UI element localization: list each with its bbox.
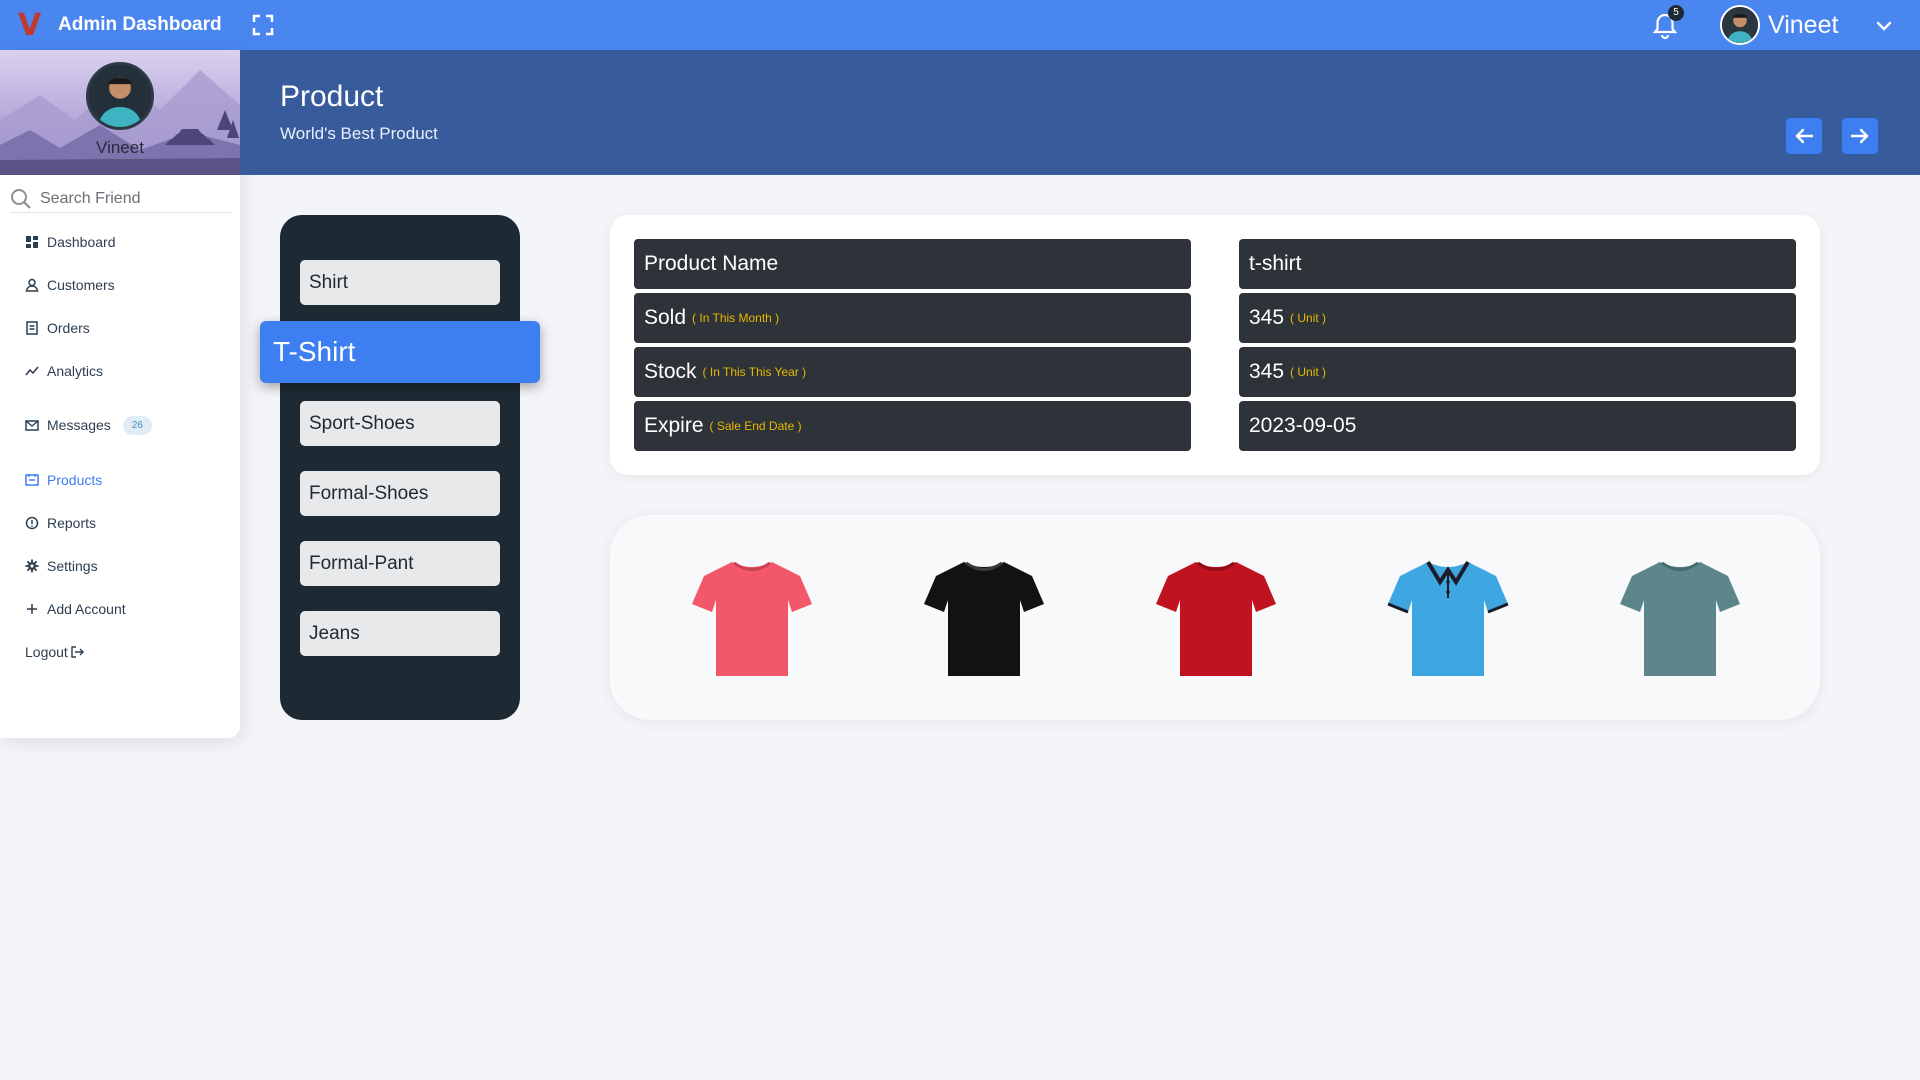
detail-label-text: Stock bbox=[644, 360, 697, 383]
sidebar-item-analytics[interactable]: Analytics bbox=[25, 359, 103, 383]
previous-button[interactable] bbox=[1786, 118, 1822, 154]
category-formal-shoes[interactable]: Formal-Shoes bbox=[300, 471, 500, 516]
blue-polo-image[interactable] bbox=[1384, 552, 1512, 680]
brand-logo[interactable]: V bbox=[18, 8, 41, 43]
detail-value-sold: 345 ( Unit ) bbox=[1239, 293, 1796, 343]
detail-label-text: Product Name bbox=[644, 252, 779, 275]
profile-banner: Vineet bbox=[0, 50, 240, 175]
profile-name: Vineet bbox=[96, 138, 144, 157]
black-tshirt-image[interactable] bbox=[920, 552, 1048, 680]
avatar[interactable] bbox=[1720, 5, 1760, 45]
category-formal-pant[interactable]: Formal-Pant bbox=[300, 541, 500, 586]
user-name[interactable]: Vineet bbox=[1768, 11, 1838, 40]
plus-icon bbox=[27, 604, 37, 614]
detail-label-text: Expire bbox=[644, 414, 704, 437]
sidebar-item-reports[interactable]: Reports bbox=[25, 511, 96, 535]
sidebar-item-label: Customers bbox=[47, 277, 115, 293]
arrow-left-icon bbox=[1795, 128, 1814, 144]
category-sport-shoes[interactable]: Sport-Shoes bbox=[300, 401, 500, 446]
analytics-icon bbox=[25, 366, 39, 376]
teal-tshirt-image[interactable] bbox=[1616, 552, 1744, 680]
detail-label-sold: Sold ( In This Month ) bbox=[634, 293, 1191, 343]
detail-value-text: 2023-09-05 bbox=[1249, 414, 1357, 437]
detail-label-stock: Stock ( In This This Year ) bbox=[634, 347, 1191, 397]
page-header: Product World's Best Product bbox=[240, 50, 1920, 175]
sidebar-item-label: Logout bbox=[25, 644, 68, 660]
detail-value-note: ( Unit ) bbox=[1290, 311, 1327, 325]
profile-avatar[interactable] bbox=[86, 62, 154, 130]
mail-icon bbox=[25, 420, 39, 431]
sidebar-item-label: Orders bbox=[47, 320, 90, 336]
search-input[interactable] bbox=[40, 189, 220, 208]
sidebar-item-label: Analytics bbox=[47, 363, 104, 379]
detail-value-stock: 345 ( Unit ) bbox=[1239, 347, 1796, 397]
orders-icon bbox=[26, 321, 38, 335]
detail-label-text: Sold bbox=[644, 306, 687, 329]
detail-label-note: ( Sale End Date ) bbox=[709, 419, 802, 433]
messages-count-badge: 26 bbox=[122, 415, 152, 435]
page-subtitle: World's Best Product bbox=[280, 124, 438, 143]
pink-tshirt-image[interactable] bbox=[688, 552, 816, 680]
detail-label-product-name: Product Name bbox=[634, 239, 1191, 289]
sidebar-item-customers[interactable]: Customers bbox=[25, 273, 115, 297]
sidebar-item-label: Messages bbox=[47, 417, 111, 433]
dashboard-icon bbox=[26, 236, 38, 248]
profile-avatar-image bbox=[89, 65, 151, 127]
detail-label-note: ( In This Month ) bbox=[692, 311, 780, 325]
red-tshirt-image[interactable] bbox=[1152, 552, 1280, 680]
page-title: Product bbox=[280, 80, 384, 113]
search-icon bbox=[11, 188, 31, 209]
app-title[interactable]: Admin Dashboard bbox=[58, 14, 222, 36]
detail-value-text: 345 bbox=[1249, 360, 1285, 383]
detail-value-expire: 2023-09-05 bbox=[1239, 401, 1796, 451]
logout-icon bbox=[71, 646, 84, 658]
category-t-shirt[interactable]: T-Shirt bbox=[260, 321, 540, 383]
detail-value-text: 345 bbox=[1249, 306, 1285, 329]
products-icon bbox=[25, 474, 39, 486]
sidebar-item-label: Dashboard bbox=[47, 234, 116, 250]
detail-value-text: t-shirt bbox=[1249, 252, 1302, 275]
product-gallery bbox=[610, 515, 1820, 720]
sidebar-item-messages[interactable]: Messages 26 bbox=[25, 413, 152, 437]
detail-value-note: ( Unit ) bbox=[1290, 365, 1327, 379]
chevron-down-icon[interactable] bbox=[1874, 16, 1894, 36]
category-shirt[interactable]: Shirt bbox=[300, 260, 500, 305]
gear-icon bbox=[25, 559, 39, 573]
fullscreen-icon[interactable] bbox=[252, 14, 274, 36]
detail-value-product-name: t-shirt bbox=[1239, 239, 1796, 289]
avatar-image bbox=[1722, 7, 1758, 43]
top-bar: V Admin Dashboard 5 Vineet bbox=[0, 0, 1920, 50]
sidebar-item-label: Reports bbox=[47, 515, 97, 531]
detail-label-note: ( In This This Year ) bbox=[702, 365, 807, 379]
sidebar-item-settings[interactable]: Settings bbox=[25, 554, 98, 578]
sidebar-item-label: Products bbox=[47, 472, 103, 488]
sidebar-item-logout[interactable]: Logout bbox=[25, 640, 84, 664]
sidebar-item-dashboard[interactable]: Dashboard bbox=[25, 230, 116, 254]
category-panel: Shirt T-Shirt Sport-Shoes Formal-Shoes F… bbox=[260, 215, 540, 720]
product-details-card: Product Name t-shirt Sold ( In This Mont… bbox=[610, 215, 1820, 475]
sidebar-item-orders[interactable]: Orders bbox=[25, 316, 90, 340]
sidebar: Vineet Dashboard Customers Orders Analyt… bbox=[0, 50, 240, 738]
next-button[interactable] bbox=[1842, 118, 1878, 154]
notification-badge: 5 bbox=[1668, 5, 1684, 21]
arrow-right-icon bbox=[1850, 128, 1869, 144]
sidebar-item-label: Add Account bbox=[47, 601, 126, 617]
sidebar-item-label: Settings bbox=[47, 558, 98, 574]
detail-label-expire: Expire ( Sale End Date ) bbox=[634, 401, 1191, 451]
reports-icon bbox=[25, 516, 39, 530]
category-jeans[interactable]: Jeans bbox=[300, 611, 500, 656]
user-icon bbox=[25, 278, 39, 292]
sidebar-item-products[interactable]: Products bbox=[25, 468, 102, 492]
search-bar bbox=[10, 185, 232, 213]
sidebar-item-add-account[interactable]: Add Account bbox=[25, 597, 126, 621]
